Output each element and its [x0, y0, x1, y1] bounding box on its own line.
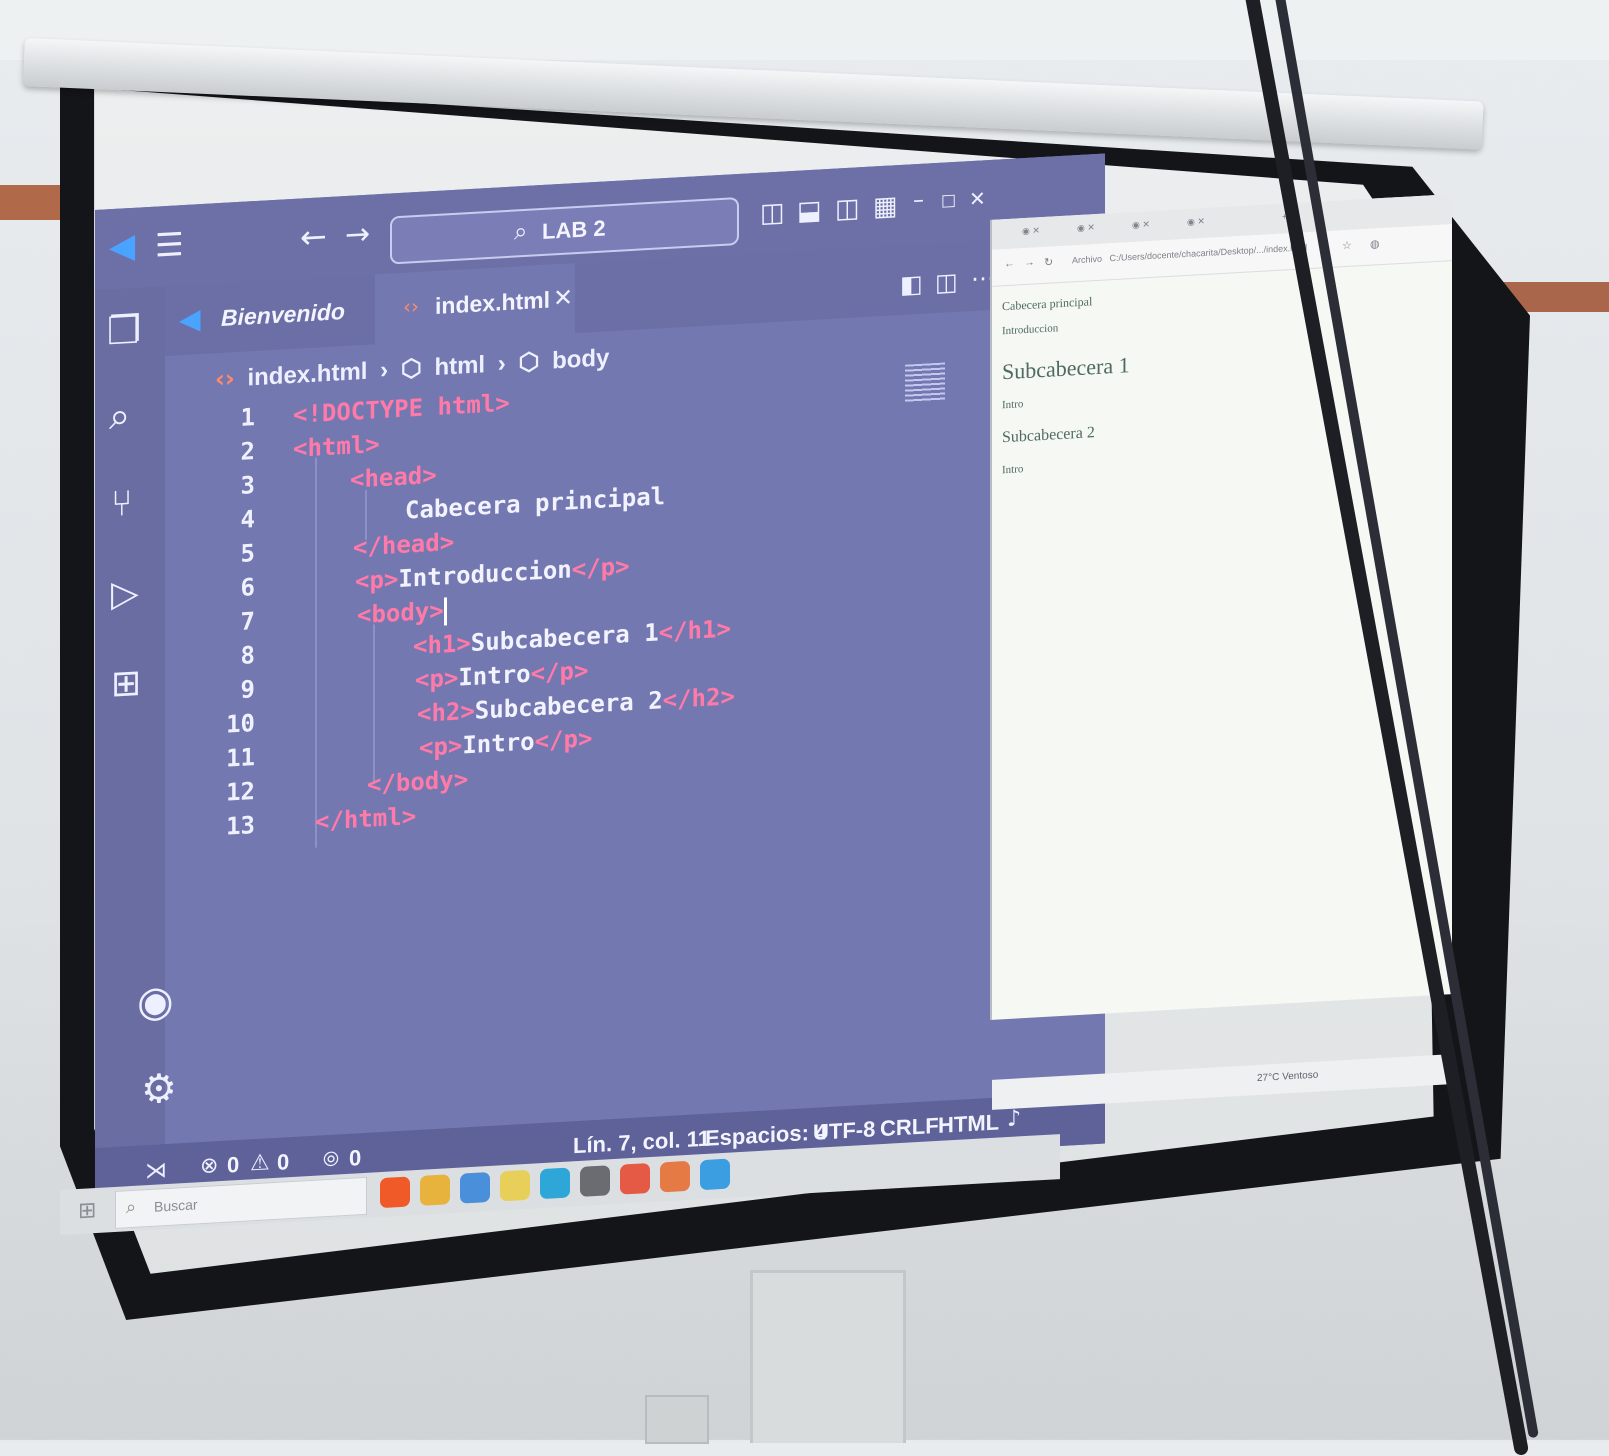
vscode-logo-icon: ◀ [179, 302, 201, 337]
minimize-icon[interactable]: – [913, 188, 924, 214]
vscode-icon[interactable] [700, 1158, 730, 1191]
star-icon[interactable]: ☆ [1342, 239, 1352, 253]
close-icon[interactable]: ✕ [969, 186, 986, 211]
back-arrow-icon[interactable]: ← [300, 217, 327, 256]
app-icon[interactable] [660, 1160, 690, 1193]
git-icon[interactable] [580, 1165, 610, 1197]
settings-gear-icon[interactable]: ⚙ [141, 1065, 177, 1113]
breadcrumb-html[interactable]: html [434, 351, 485, 381]
page-paragraph: Intro [1002, 463, 1024, 477]
tab-label: index.html [435, 286, 551, 319]
language-mode[interactable]: HTML [938, 1109, 999, 1138]
brave-icon[interactable] [380, 1176, 410, 1209]
page-paragraph: Intro [1002, 398, 1024, 412]
explorer-icon[interactable]: ❐ [107, 307, 141, 353]
windows-start-icon[interactable]: ⊞ [78, 1198, 96, 1224]
browser-tab[interactable]: ◉ ✕ [1132, 219, 1150, 231]
error-icon: ⊗ [200, 1153, 219, 1180]
maximize-icon[interactable]: □ [941, 190, 956, 210]
chevron-right-icon: › [497, 350, 506, 378]
text-cursor [443, 597, 447, 626]
toggle-secondary-sidebar-icon[interactable]: ◫ [835, 193, 860, 224]
error-count[interactable]: 0 [227, 1152, 239, 1179]
vscode-window: ◀ ☰ ← → LAB 2 ⌕ ◫ ⬓ ◫ ▦ – □ ✕ ❐ ⌕ ⑂ ▷ ⊞ … [95, 153, 1105, 1200]
forward-arrow-icon[interactable]: → [1024, 256, 1035, 269]
profile-icon[interactable]: ◍ [1370, 237, 1380, 251]
forward-arrow-icon[interactable]: → [345, 217, 370, 253]
search-placeholder: Buscar [154, 1196, 198, 1215]
indent-guide [315, 457, 317, 848]
projected-desktop: ◀ ☰ ← → LAB 2 ⌕ ◫ ⬓ ◫ ▦ – □ ✕ ❐ ⌕ ⑂ ▷ ⊞ … [95, 133, 1475, 1200]
html-file-icon: ‹› [215, 364, 235, 394]
activity-bar: ❐ ⌕ ⑂ ▷ ⊞ ◉ ⚙ [95, 286, 177, 1200]
vscode-logo-icon: ◀ [109, 225, 136, 268]
tab-label: Bienvenido [221, 298, 345, 331]
customize-layout-icon[interactable]: ▦ [873, 191, 898, 222]
chrome-icon[interactable] [420, 1174, 450, 1206]
ports-icon: ⦾ [323, 1146, 339, 1172]
html-file-icon: ‹› [403, 293, 419, 319]
edge-icon[interactable] [540, 1167, 570, 1200]
accounts-icon[interactable]: ◉ [137, 976, 174, 1027]
tab-index-html[interactable]: ‹› index.html ✕ [375, 263, 575, 345]
browser-tab[interactable]: ◉ ✕ [1022, 225, 1040, 237]
wall-stripe [0, 185, 70, 220]
back-arrow-icon[interactable]: ← [1004, 258, 1015, 271]
toggle-panel-icon[interactable]: ⬓ [797, 195, 822, 226]
tab-welcome[interactable]: ◀ Bienvenido [165, 274, 375, 356]
browser-tab[interactable]: ◉ ✕ [1077, 222, 1095, 234]
source-control-icon[interactable]: ⑂ [111, 483, 133, 525]
wall-box [645, 1395, 709, 1444]
breadcrumb-file[interactable]: index.html [247, 358, 367, 392]
breadcrumb: ‹› index.html › ⬡ html › ⬡ body [215, 343, 615, 394]
run-debug-icon[interactable]: ▷ [111, 573, 139, 616]
split-editor-icon[interactable]: ◫ [935, 268, 958, 297]
toggle-sidebar-icon[interactable]: ◫ [760, 197, 785, 228]
indent-guide [373, 624, 375, 785]
bell-icon[interactable]: ♪ [1007, 1106, 1021, 1132]
element-icon: ⬡ [518, 348, 540, 377]
element-icon: ⬡ [400, 354, 422, 383]
extensions-icon[interactable]: ⊞ [111, 662, 141, 705]
file-explorer-icon[interactable] [500, 1169, 530, 1202]
page-paragraph: Introduccion [1002, 322, 1059, 338]
breadcrumb-body[interactable]: body [552, 344, 609, 374]
open-preview-icon[interactable]: ◧ [900, 270, 923, 299]
warning-count[interactable]: 0 [277, 1149, 289, 1176]
chat-icon[interactable] [460, 1171, 490, 1204]
close-tab-icon[interactable]: ✕ [553, 283, 573, 312]
remote-icon[interactable]: ⋊ [145, 1158, 167, 1184]
end-of-line[interactable]: CRLF [880, 1113, 939, 1142]
search-icon: ⌕ [514, 216, 528, 246]
door [750, 1270, 906, 1443]
menu-icon[interactable]: ☰ [155, 225, 184, 265]
page-heading-2: Subcabecera 2 [1002, 424, 1095, 447]
reload-icon[interactable]: ↻ [1044, 255, 1053, 269]
address-bar[interactable]: Archivo C:/Users/docente/chacarita/Deskt… [1072, 242, 1307, 265]
minimap[interactable] [905, 362, 945, 403]
chevron-right-icon: › [380, 356, 389, 385]
browser-tab[interactable]: ◉ ✕ [1187, 216, 1205, 228]
chrome-icon[interactable] [620, 1163, 650, 1195]
encoding[interactable]: UTF-8 [813, 1116, 875, 1145]
warning-icon: ⚠ [250, 1150, 270, 1177]
search-icon[interactable]: ⌕ [109, 393, 130, 439]
search-label: LAB 2 [542, 215, 606, 245]
command-center-search[interactable]: LAB 2 ⌕ [390, 196, 739, 265]
search-icon: ⌕ [126, 1196, 137, 1219]
page-heading-1: Subcabecera 1 [1002, 352, 1130, 385]
ports-count[interactable]: 0 [349, 1145, 361, 1172]
weather-widget[interactable]: 27°C Ventoso [1257, 1070, 1318, 1084]
page-paragraph: Cabecera principal [1002, 294, 1093, 314]
indentation[interactable]: Espacios: 4 [705, 1119, 827, 1152]
